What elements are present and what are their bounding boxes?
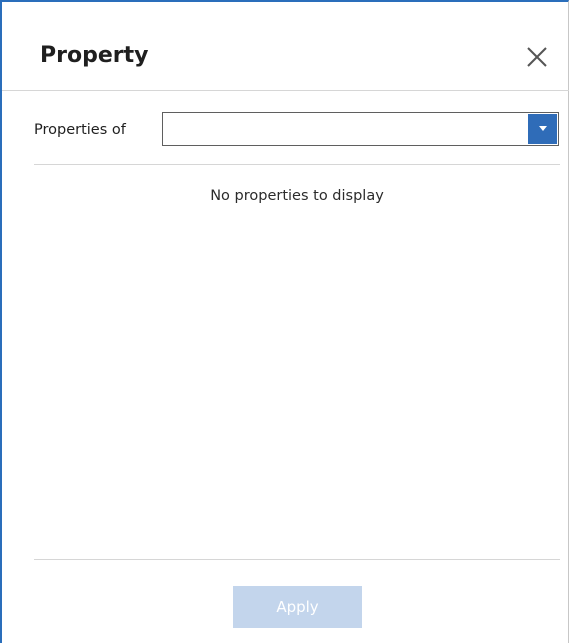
property-dialog: Property Properties of No properties to … [0, 0, 569, 643]
dropdown-button[interactable] [528, 114, 557, 144]
close-icon [527, 47, 547, 67]
divider [34, 164, 560, 165]
properties-of-select[interactable] [162, 112, 559, 146]
dialog-header: Property [2, 2, 569, 91]
dialog-title: Property [40, 43, 149, 68]
empty-message: No properties to display [210, 188, 384, 204]
apply-button[interactable]: Apply [233, 586, 362, 628]
properties-of-label: Properties of [34, 122, 126, 138]
chevron-down-icon [538, 126, 547, 131]
divider [34, 559, 560, 560]
close-button[interactable] [522, 42, 552, 72]
